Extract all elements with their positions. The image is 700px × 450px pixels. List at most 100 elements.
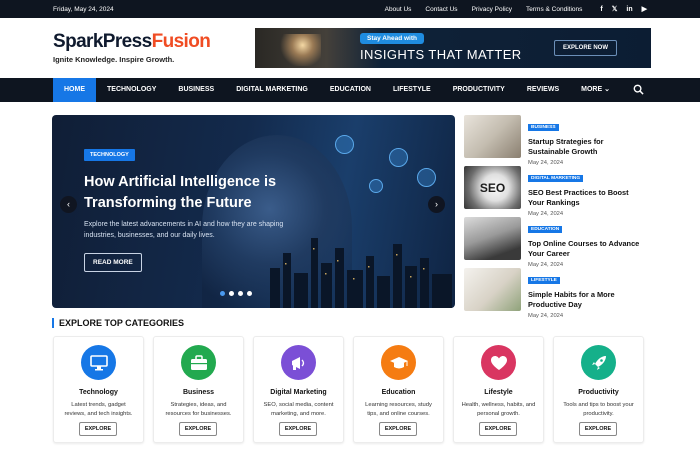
rocket-icon xyxy=(581,345,616,380)
category-name: Technology xyxy=(79,389,118,396)
site-tagline: Ignite Knowledge. Inspire Growth. xyxy=(53,55,175,64)
ad-banner[interactable]: Stay Ahead with INSIGHTS THAT MATTER EXP… xyxy=(255,28,651,68)
hero-excerpt: Explore the latest advancements in AI an… xyxy=(84,221,284,239)
megaphone-icon xyxy=(281,345,316,380)
side-post[interactable]: BUSINESS Startup Strategies for Sustaina… xyxy=(464,115,644,166)
slider-dot[interactable] xyxy=(247,291,252,296)
main-content: TECHNOLOGY How Artificial Intelligence i… xyxy=(0,102,700,319)
explore-button[interactable]: EXPLORE xyxy=(379,422,417,436)
hero-shield-icon xyxy=(417,168,436,187)
post-title[interactable]: SEO Best Practices to Boost Your Ranking… xyxy=(528,188,644,208)
side-posts: BUSINESS Startup Strategies for Sustaina… xyxy=(464,115,644,319)
side-post[interactable]: EDUCATION Top Online Courses to Advance … xyxy=(464,217,644,268)
about-link[interactable]: About Us xyxy=(385,6,412,13)
ad-headline: INSIGHTS THAT MATTER xyxy=(360,47,522,62)
youtube-icon[interactable]: ▶ xyxy=(642,5,647,13)
monitor-icon xyxy=(81,345,116,380)
ad-explore-button[interactable]: EXPLORE NOW xyxy=(553,40,617,56)
post-thumbnail-laptop[interactable] xyxy=(464,217,521,260)
slider-dot[interactable] xyxy=(220,291,225,296)
post-title[interactable]: Simple Habits for a More Productive Day xyxy=(528,290,644,310)
logo-part2: Fusion xyxy=(151,31,211,52)
nav-productivity[interactable]: PRODUCTIVITY xyxy=(442,78,516,102)
hero-title[interactable]: How Artificial Intelligence is Transform… xyxy=(84,172,284,214)
explore-button[interactable]: EXPLORE xyxy=(79,422,117,436)
side-post[interactable]: SEO DIGITAL MARKETING SEO Best Practices… xyxy=(464,166,644,217)
post-date: May 24, 2024 xyxy=(528,313,564,319)
site-logo[interactable]: SparkPressFusion Ignite Knowledge. Inspi… xyxy=(53,31,211,65)
top-links: About Us Contact Us Privacy Policy Terms… xyxy=(385,5,647,14)
side-post[interactable]: LIFESTYLE Simple Habits for a More Produ… xyxy=(464,268,644,319)
terms-link[interactable]: Terms & Conditions xyxy=(526,6,582,13)
graduation-cap-icon xyxy=(381,345,416,380)
slider-prev-icon[interactable]: ‹ xyxy=(60,196,77,213)
category-desc: Strategies, ideas, and resources for bus… xyxy=(165,402,232,417)
category-desc: Health, wellness, habits, and personal g… xyxy=(461,402,536,417)
category-desc: SEO, social media, content marketing, an… xyxy=(263,402,334,417)
explore-button[interactable]: EXPLORE xyxy=(579,422,617,436)
slider-dots xyxy=(220,291,252,296)
nav-education[interactable]: EDUCATION xyxy=(319,78,382,102)
category-card-technology[interactable]: Technology Latest trends, gadget reviews… xyxy=(53,336,144,443)
heart-icon xyxy=(481,345,516,380)
hero-chip-icon xyxy=(335,135,354,154)
read-more-button[interactable]: READ MORE xyxy=(84,253,142,272)
hero-chart-icon xyxy=(389,148,408,167)
category-card-education[interactable]: Education Learning resources, study tips… xyxy=(353,336,444,443)
post-title[interactable]: Top Online Courses to Advance Your Caree… xyxy=(528,239,644,259)
contact-link[interactable]: Contact Us xyxy=(425,6,457,13)
site-header: SparkPressFusion Ignite Knowledge. Inspi… xyxy=(0,18,700,78)
nav-lifestyle[interactable]: LIFESTYLE xyxy=(382,78,442,102)
hero-category-badge[interactable]: TECHNOLOGY xyxy=(84,149,135,161)
nav-reviews[interactable]: REVIEWS xyxy=(516,78,570,102)
nav-technology[interactable]: TECHNOLOGY xyxy=(96,78,167,102)
category-card-business[interactable]: Business Strategies, ideas, and resource… xyxy=(153,336,244,443)
nav-more[interactable]: MORE ⌄ xyxy=(570,78,621,102)
search-icon[interactable] xyxy=(633,84,644,95)
nav-digital-marketing[interactable]: DIGITAL MARKETING xyxy=(225,78,319,102)
category-card-lifestyle[interactable]: Lifestyle Health, wellness, habits, and … xyxy=(453,336,544,443)
nav-business[interactable]: BUSINESS xyxy=(167,78,225,102)
explore-button[interactable]: EXPLORE xyxy=(279,422,317,436)
category-name: Business xyxy=(182,389,215,396)
briefcase-icon xyxy=(181,345,216,380)
slider-dot[interactable] xyxy=(229,291,234,296)
slider-next-icon[interactable]: › xyxy=(428,196,445,213)
category-desc: Latest trends, gadget reviews, and tech … xyxy=(64,402,133,417)
post-thumbnail-plant[interactable] xyxy=(464,268,521,311)
explore-button[interactable]: EXPLORE xyxy=(479,422,517,436)
category-card-digital-marketing[interactable]: Digital Marketing SEO, social media, con… xyxy=(253,336,344,443)
explore-button[interactable]: EXPLORE xyxy=(179,422,217,436)
facebook-icon[interactable]: f xyxy=(600,6,602,13)
x-icon[interactable]: 𝕏 xyxy=(612,5,618,13)
main-nav: HOME TECHNOLOGY BUSINESS DIGITAL MARKETI… xyxy=(0,78,700,102)
post-category[interactable]: BUSINESS xyxy=(528,124,559,131)
logo-part1: SparkPress xyxy=(53,31,152,52)
post-category[interactable]: EDUCATION xyxy=(528,226,563,233)
post-category[interactable]: LIFESTYLE xyxy=(528,277,560,284)
hero-slider[interactable]: TECHNOLOGY How Artificial Intelligence i… xyxy=(52,115,455,308)
post-title[interactable]: Startup Strategies for Sustainable Growt… xyxy=(528,137,644,157)
categories-title: EXPLORE TOP CATEGORIES xyxy=(52,318,184,328)
top-bar: Friday, May 24, 2024 About Us Contact Us… xyxy=(0,0,700,18)
linkedin-icon[interactable]: in xyxy=(626,6,632,13)
post-category[interactable]: DIGITAL MARKETING xyxy=(528,175,584,182)
post-thumbnail-desk[interactable] xyxy=(464,115,521,158)
category-desc: Learning resources, study tips, and onli… xyxy=(365,402,432,417)
category-name: Digital Marketing xyxy=(270,389,327,396)
privacy-link[interactable]: Privacy Policy xyxy=(472,6,512,13)
category-cards: Technology Latest trends, gadget reviews… xyxy=(53,336,644,443)
nav-home[interactable]: HOME xyxy=(53,78,96,102)
category-card-productivity[interactable]: Productivity Tools and tips to boost you… xyxy=(553,336,644,443)
seo-thumb-text: SEO xyxy=(479,180,506,195)
category-name: Lifestyle xyxy=(484,389,513,396)
ad-person-image xyxy=(275,34,321,66)
slider-dot[interactable] xyxy=(238,291,243,296)
current-date: Friday, May 24, 2024 xyxy=(53,5,114,13)
social-icons: f 𝕏 in ▶ xyxy=(600,5,647,14)
category-desc: Tools and tips to boost your productivit… xyxy=(563,402,634,417)
category-name: Education xyxy=(381,389,416,396)
category-name: Productivity xyxy=(578,389,619,396)
ad-pill: Stay Ahead with xyxy=(360,33,424,44)
post-thumbnail-seo[interactable]: SEO xyxy=(464,166,521,209)
